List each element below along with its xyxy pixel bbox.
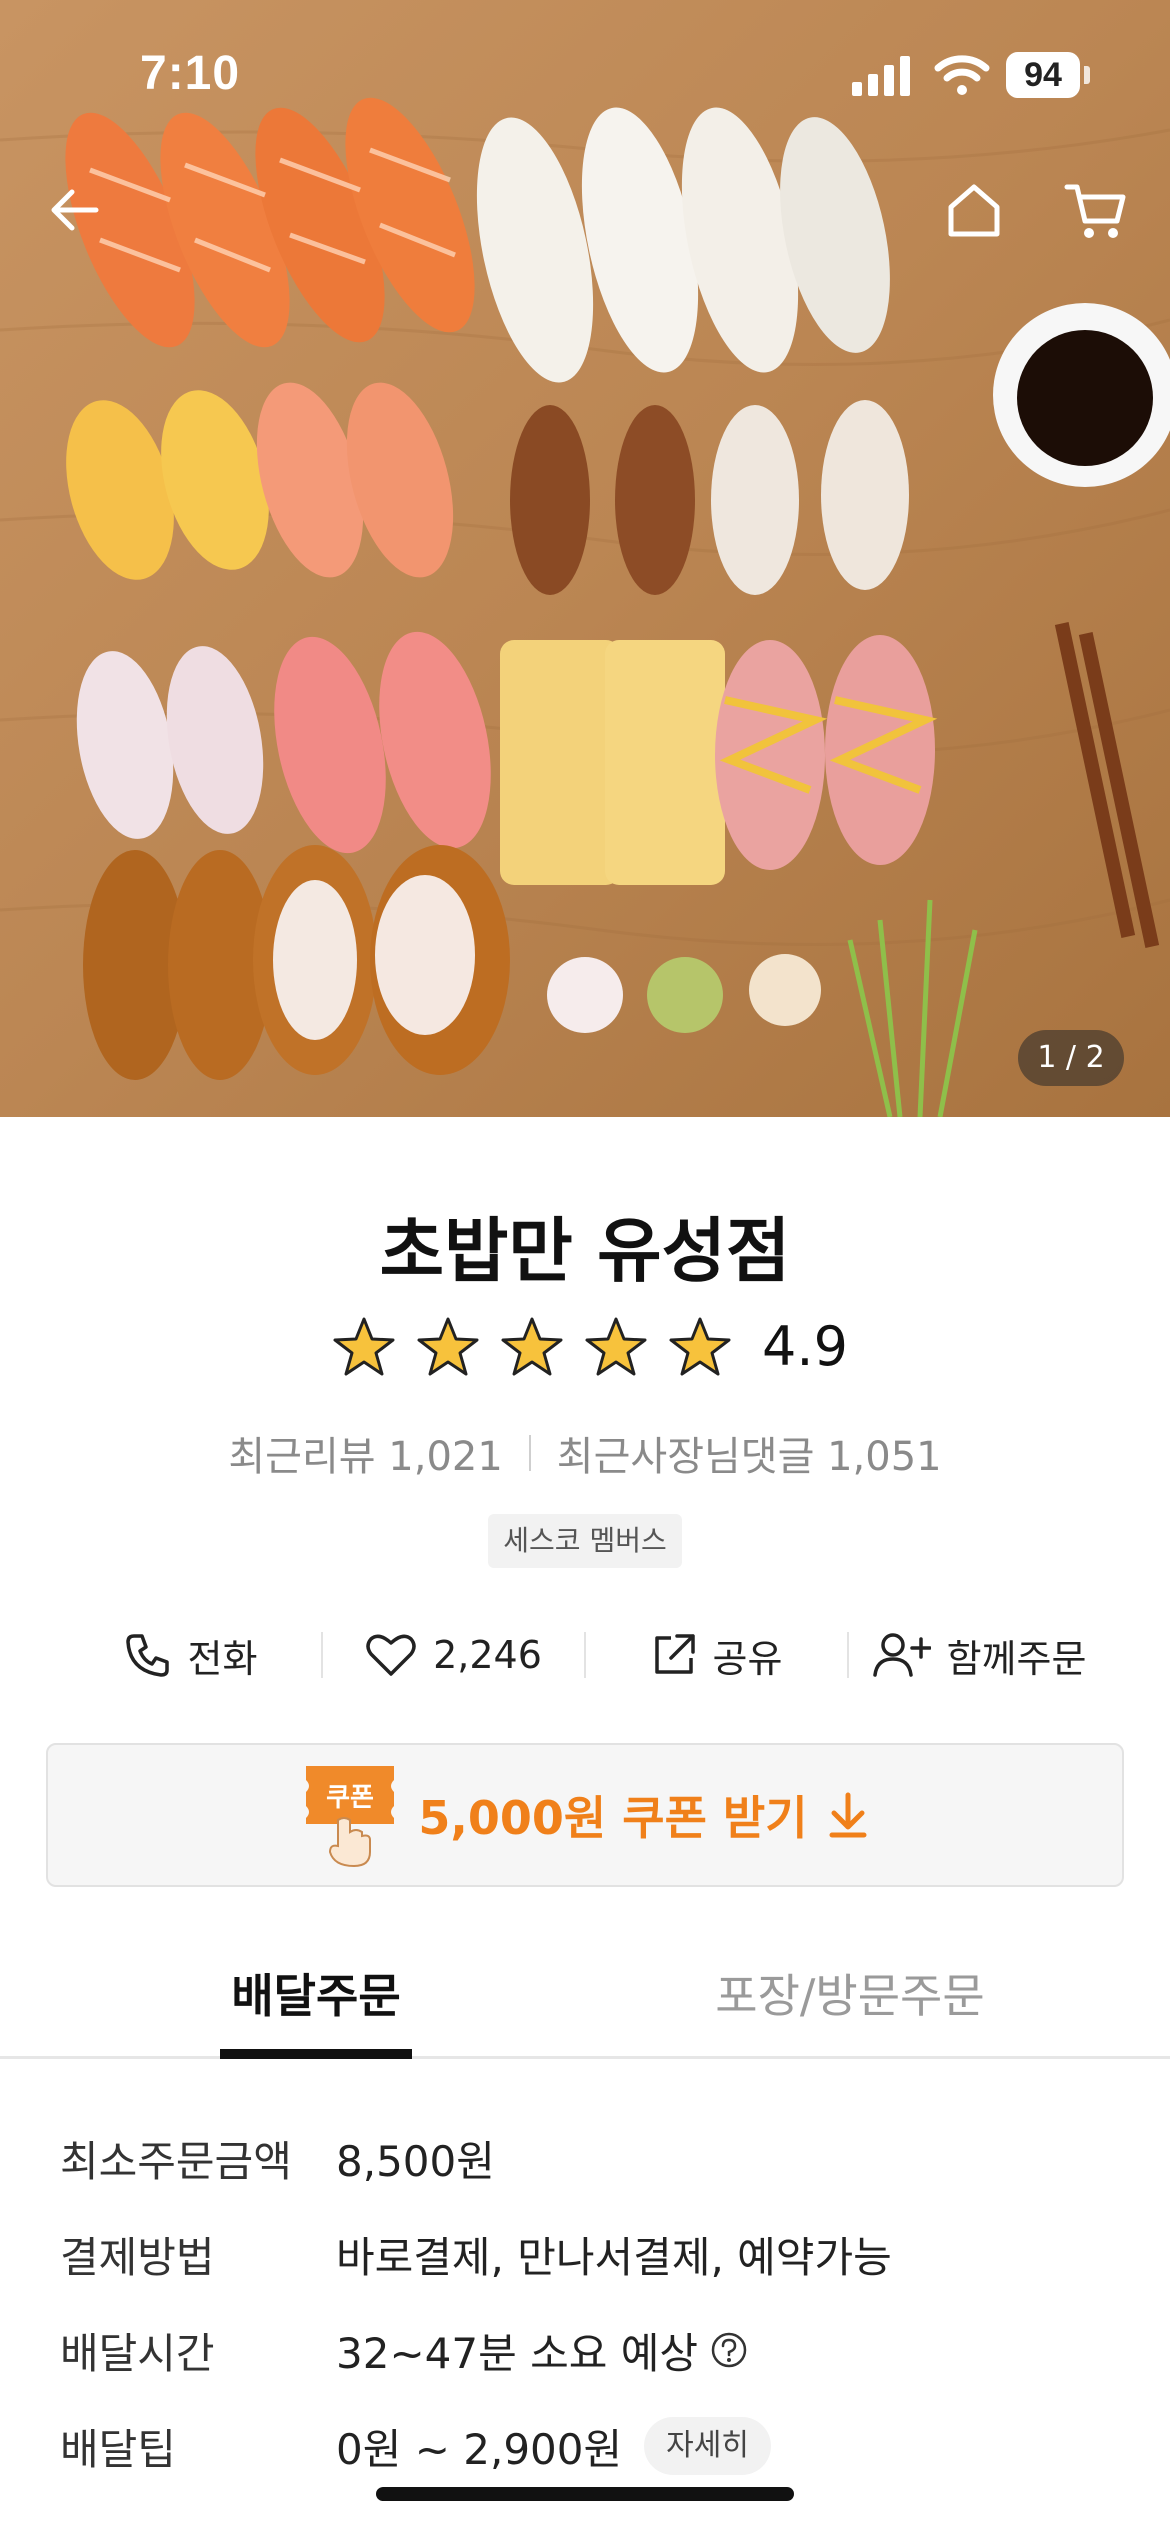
order-type-tabs: 배달주문 포장/방문주문: [0, 1930, 1170, 2059]
cart-button[interactable]: [1056, 170, 1136, 250]
delivery-time-wrap: 32~47분 소요 예상: [336, 2320, 748, 2381]
share-icon: [654, 1634, 695, 1674]
phone-icon: [125, 1634, 169, 1677]
call-button[interactable]: 전화: [60, 1628, 321, 1683]
payment-key: 결제방법: [60, 2232, 215, 2282]
share-label: 공유: [712, 1636, 783, 1681]
rating-value: 4.9: [762, 1315, 848, 1378]
star-icon: [417, 1317, 479, 1375]
min-order-value: 8,500원: [336, 2136, 495, 2186]
battery-cap: [1084, 66, 1090, 84]
home-indicator: [376, 2487, 794, 2501]
like-count: 2,246: [433, 1633, 542, 1677]
divider: [528, 1435, 531, 1471]
star-icon: [669, 1317, 731, 1375]
back-button[interactable]: [34, 170, 114, 250]
tab-pickup[interactable]: 포장/방문주문: [700, 1930, 1000, 2056]
delivery-tip-row: 배달팁 0원 ~ 2,900원 자세히: [60, 2398, 1120, 2494]
add-user-icon: [872, 1633, 931, 1677]
status-time: 7:10: [140, 47, 241, 100]
store-actions: 전화 2,246 공유 함께주문: [60, 1610, 1110, 1700]
delivery-time-row: 배달시간 32~47분 소요 예상: [60, 2302, 1120, 2398]
delivery-tip-value: 0원 ~ 2,900원: [336, 2424, 623, 2474]
image-pager: 1 / 2: [1018, 1030, 1124, 1086]
sushi-photo-illustration: [0, 0, 1170, 1117]
store-photo[interactable]: 7:10 94 1 / 2: [0, 0, 1170, 1117]
delivery-info: 최소주문금액 8,500원 결제방법 바로결제, 만나서결제, 예약가능 배달시…: [60, 2110, 1120, 2494]
like-button[interactable]: 2,246: [323, 1632, 584, 1678]
store-name: 초밥만 유성점: [379, 1210, 791, 1292]
delivery-time-value: 32~47분 소요 예상: [336, 2328, 698, 2378]
share-button[interactable]: 공유: [586, 1628, 847, 1683]
coupon-label: 5,000원 쿠폰 받기: [418, 1791, 808, 1845]
coupon-tag: 쿠폰: [300, 1760, 400, 1870]
battery-level: 94: [1006, 52, 1080, 98]
coupon-tag-label: 쿠폰: [327, 1783, 375, 1813]
tab-delivery[interactable]: 배달주문: [220, 1930, 412, 2059]
delivery-time-key: 배달시간: [60, 2328, 215, 2378]
star-icon: [585, 1317, 647, 1375]
min-order-key: 최소주문금액: [60, 2136, 292, 2186]
cart-icon: [1064, 184, 1126, 238]
download-arrow-icon: [829, 1792, 867, 1838]
group-order-button[interactable]: 함께주문: [849, 1628, 1110, 1683]
cellular-signal-icon: [852, 56, 910, 96]
payment-row: 결제방법 바로결제, 만나서결제, 예약가능: [60, 2206, 1120, 2302]
heart-icon: [366, 1634, 416, 1676]
home-icon: [948, 184, 1000, 237]
call-label: 전화: [187, 1636, 258, 1681]
coupon-download-button[interactable]: 쿠폰 5,000원 쿠폰 받기: [46, 1743, 1124, 1887]
payment-value: 바로결제, 만나서결제, 예약가능: [336, 2232, 892, 2282]
group-order-label: 함께주문: [946, 1636, 1087, 1681]
tip-detail-button[interactable]: 자세히: [644, 2417, 771, 2475]
home-button[interactable]: [934, 170, 1014, 250]
min-order-row: 최소주문금액 8,500원: [60, 2110, 1120, 2206]
wifi-icon: [934, 55, 990, 95]
review-summary: 최근리뷰 1,021 최근사장님댓글 1,051: [0, 1424, 1170, 1482]
owner-replies-link[interactable]: 최근사장님댓글 1,051: [557, 1424, 942, 1482]
help-icon[interactable]: [710, 2331, 748, 2369]
cesco-members-badge: 세스코 멤버스: [488, 1514, 682, 1568]
star-icon: [333, 1317, 395, 1375]
recent-reviews-link[interactable]: 최근리뷰 1,021: [228, 1424, 502, 1482]
back-arrow-icon: [51, 189, 99, 231]
star-icon: [501, 1317, 563, 1375]
coupon-hand-icon: 쿠폰: [306, 1766, 395, 1868]
delivery-tip-wrap: 0원 ~ 2,900원 자세히: [336, 2416, 771, 2477]
delivery-tip-key: 배달팁: [60, 2424, 176, 2474]
status-bar: 7:10 94: [0, 0, 1170, 150]
rating-row[interactable]: 4.9: [0, 1315, 1170, 1378]
